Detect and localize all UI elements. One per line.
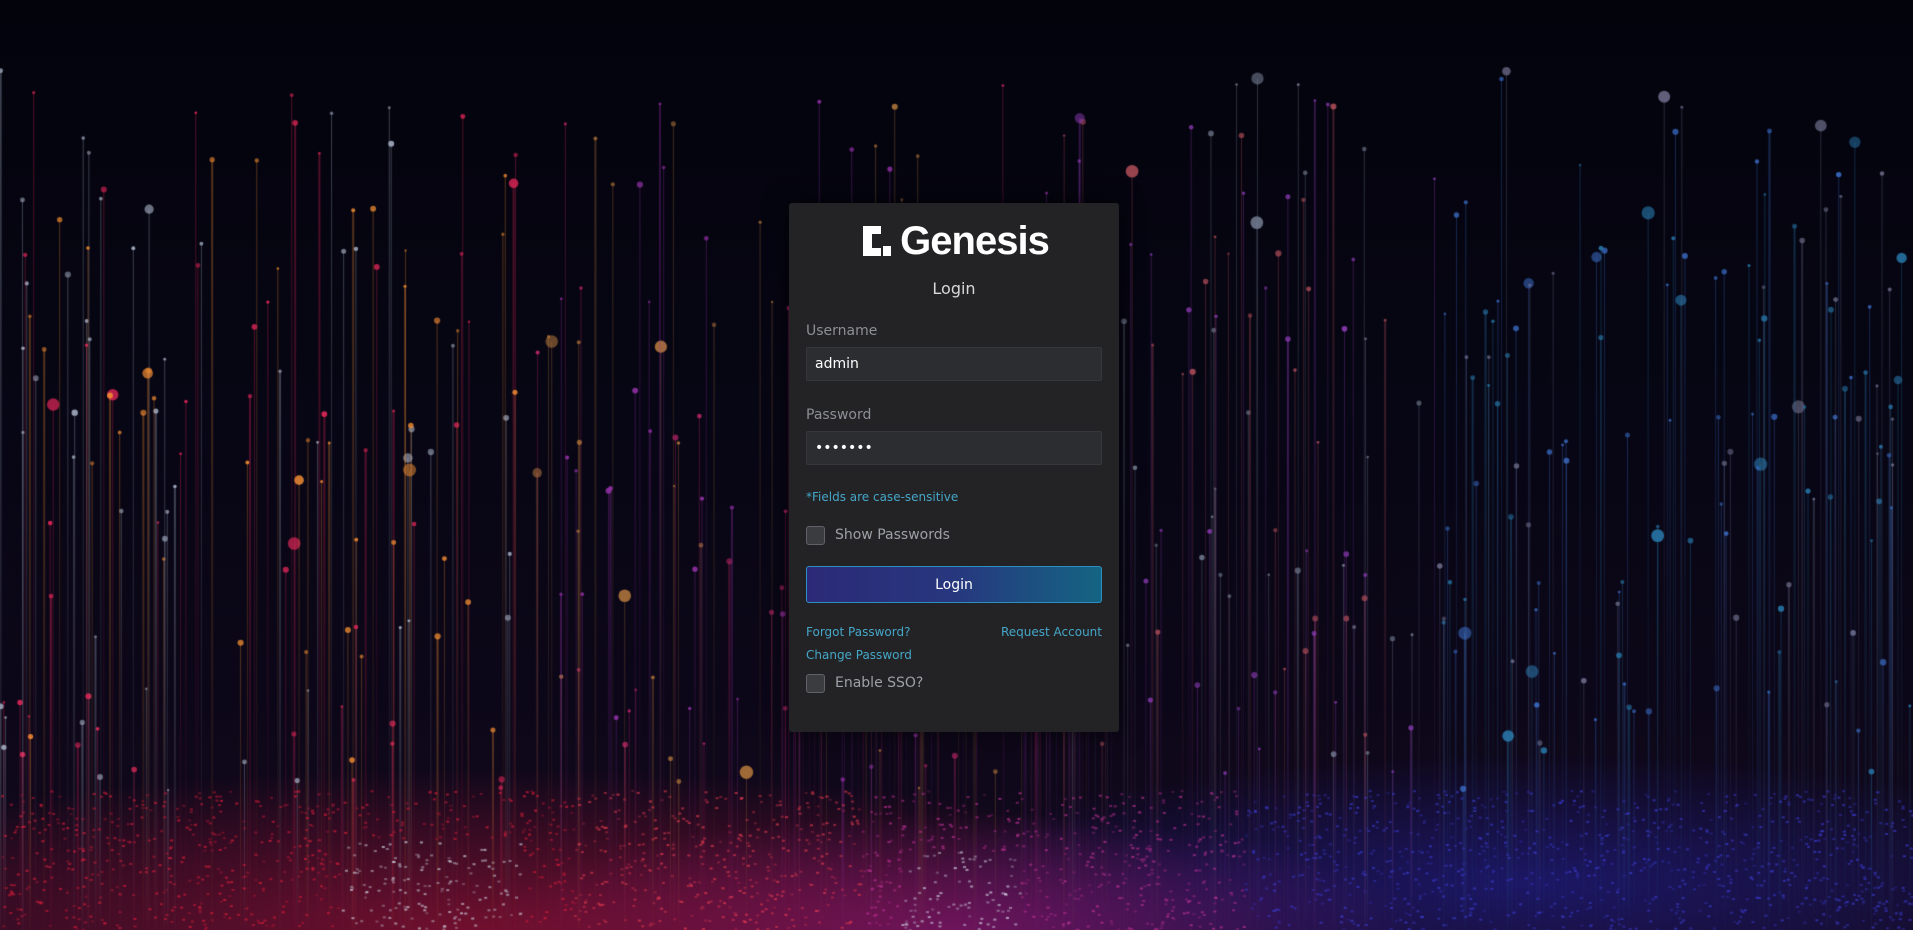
login-page: Genesis Login Username Password *Fields …: [0, 0, 1913, 930]
username-input[interactable]: [806, 347, 1102, 381]
show-passwords-row[interactable]: Show Passwords: [806, 524, 1102, 546]
case-sensitive-note: *Fields are case-sensitive: [806, 490, 959, 504]
show-passwords-label: Show Passwords: [835, 527, 950, 543]
password-input[interactable]: [806, 431, 1102, 465]
change-password-link[interactable]: Change Password: [806, 648, 912, 662]
request-account-link[interactable]: Request Account: [1001, 625, 1102, 639]
enable-sso-row[interactable]: Enable SSO?: [806, 672, 1102, 694]
password-label: Password: [806, 407, 872, 423]
enable-sso-checkbox[interactable]: [806, 673, 825, 693]
account-links: Forgot Password? Request Account: [806, 625, 1102, 639]
form-title: Login: [932, 279, 976, 298]
change-password-row: Change Password: [806, 648, 1102, 662]
genesis-logo-mark-icon: [863, 226, 892, 256]
brand-name: Genesis: [900, 219, 1050, 263]
login-button[interactable]: Login: [806, 566, 1102, 603]
username-label: Username: [806, 323, 878, 339]
brand-logo: Genesis: [806, 220, 1102, 262]
show-passwords-checkbox[interactable]: [806, 525, 825, 545]
forgot-password-link[interactable]: Forgot Password?: [806, 625, 910, 639]
login-card: Genesis Login Username Password *Fields …: [789, 203, 1119, 732]
enable-sso-label: Enable SSO?: [835, 675, 924, 691]
